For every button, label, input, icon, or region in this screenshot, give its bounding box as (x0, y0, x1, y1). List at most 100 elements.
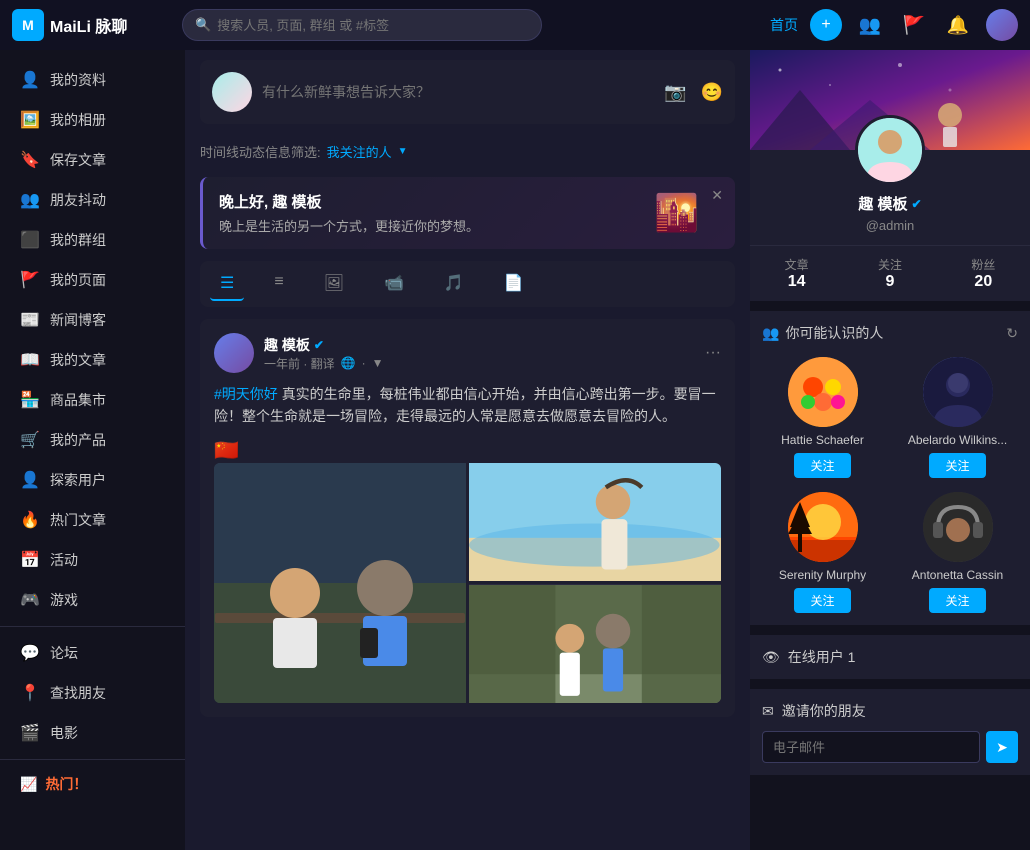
person-card-abelardo: Abelardo Wilkins... 关注 (897, 357, 1018, 478)
sidebar-item-saved[interactable]: 🔖 保存文章 (0, 140, 185, 180)
main-layout: 👤 我的资料 🖼️ 我的相册 🔖 保存文章 👥 朋友抖动 ⬛ 我的群组 🚩 我的… (0, 50, 1030, 850)
profile-avatar[interactable] (855, 115, 925, 185)
flag-icon[interactable]: 🚩 (898, 9, 930, 41)
sidebar-label-news: 新闻博客 (50, 310, 106, 330)
online-section: 👁 在线用户 1 (750, 635, 1030, 679)
bell-icon[interactable]: 🔔 (942, 9, 974, 41)
right-panel: 趣 模板 ✔ @admin 文章 14 关注 9 粉丝 20 (750, 50, 1030, 850)
envelope-icon: ✉ (762, 703, 774, 720)
nav-home-link[interactable]: 首页 (770, 15, 798, 35)
user-avatar[interactable] (986, 9, 1018, 41)
post-author-avatar[interactable] (214, 333, 254, 373)
post-image-bottom-right[interactable] (469, 584, 721, 703)
sidebar-item-products[interactable]: 🛒 我的产品 (0, 420, 185, 460)
chevron-down-icon[interactable]: ▼ (398, 146, 408, 157)
add-button[interactable]: + (810, 9, 842, 41)
sidebar-item-groups[interactable]: ⬛ 我的群组 (0, 220, 185, 260)
sidebar-item-events[interactable]: 📅 活动 (0, 540, 185, 580)
greeting-subtitle: 晚上是生活的另一个方式，更接近你的梦想。 (219, 216, 479, 235)
emoji-icon[interactable]: 😊 (701, 82, 723, 103)
close-icon[interactable]: ✕ (711, 187, 723, 204)
profile-stat-followers-label: 粉丝 (937, 256, 1030, 273)
sidebar-item-pages[interactable]: 🚩 我的页面 (0, 260, 185, 300)
sidebar-item-news[interactable]: 📰 新闻博客 (0, 300, 185, 340)
sidebar-item-friends-nudge[interactable]: 👥 朋友抖动 (0, 180, 185, 220)
profile-icon: 👤 (20, 70, 40, 90)
sidebar-label-hot: 热门！ (45, 774, 87, 794)
profile-handle: @admin (750, 218, 1030, 245)
profile-stat-followers-value: 20 (937, 273, 1030, 291)
sidebar-item-articles[interactable]: 📖 我的文章 (0, 340, 185, 380)
person-avatar-serenity[interactable] (788, 492, 858, 562)
follow-button-antonetta[interactable]: 关注 (929, 588, 985, 613)
sidebar-item-market[interactable]: 🏪 商品集市 (0, 380, 185, 420)
greeting-title: 晚上好, 趣 模板 (219, 191, 479, 212)
news-icon: 📰 (20, 310, 40, 330)
filter-value[interactable]: 我关注的人 (327, 142, 392, 161)
profile-avatar-wrap (750, 115, 1030, 185)
invite-send-button[interactable]: ➤ (986, 731, 1018, 763)
tab-file[interactable]: 📄 (494, 267, 534, 301)
composer-input[interactable] (262, 84, 654, 100)
post-image-main[interactable] (214, 463, 466, 703)
tab-text[interactable]: ≡ (264, 267, 293, 301)
sidebar-item-movies[interactable]: 🎬 电影 (0, 713, 185, 753)
bookmark-icon: 🔖 (20, 150, 40, 170)
follow-button-abelardo[interactable]: 关注 (929, 453, 985, 478)
camera-icon[interactable]: 📷 (664, 82, 686, 103)
sidebar-item-games[interactable]: 🎮 游戏 (0, 580, 185, 620)
follow-button-hattie[interactable]: 关注 (794, 453, 850, 478)
people-icon: 👥 (762, 325, 779, 342)
person-avatar-hattie[interactable] (788, 357, 858, 427)
sidebar-item-profile[interactable]: 👤 我的资料 (0, 60, 185, 100)
tab-music[interactable]: 🎵 (434, 267, 474, 301)
sidebar-divider (0, 626, 185, 627)
post-options-menu[interactable]: ··· (705, 344, 721, 362)
friends-nudge-icon: 👥 (20, 190, 40, 210)
post-author-name: 趣 模板 ✔ (264, 335, 695, 355)
post-hashtag[interactable]: #明天你好 (214, 386, 278, 402)
post-images (214, 463, 721, 703)
invite-email-input[interactable] (762, 731, 980, 763)
sidebar-item-find-friends[interactable]: 📍 查找朋友 (0, 673, 185, 713)
sidebar-item-forum[interactable]: 💬 论坛 (0, 633, 185, 673)
person-avatar-antonetta[interactable] (923, 492, 993, 562)
sidebar-label-profile: 我的资料 (50, 70, 106, 90)
sidebar-item-explore[interactable]: 👤 探索用户 (0, 460, 185, 500)
tab-video[interactable]: 📹 (374, 267, 414, 301)
post-meta: 一年前 · 翻译 🌐 · ▼ (264, 355, 695, 372)
profile-name-text[interactable]: 趣 模板 (858, 193, 907, 214)
person-name-abelardo: Abelardo Wilkins... (908, 433, 1007, 447)
post-lang-option[interactable]: ▼ (372, 356, 384, 370)
profile-stat-articles[interactable]: 文章 14 (750, 256, 843, 291)
games-icon: 🎮 (20, 590, 40, 610)
album-icon: 🖼️ (20, 110, 40, 130)
people-title-text: 你可能认识的人 (785, 323, 883, 343)
sidebar-item-trending[interactable]: 🔥 热门文章 (0, 500, 185, 540)
search-input[interactable] (217, 18, 529, 33)
invite-header: ✉ 邀请你的朋友 (762, 701, 1018, 721)
author-name-text[interactable]: 趣 模板 (264, 335, 310, 355)
tab-photo[interactable]: 🖼 (314, 267, 354, 301)
search-bar[interactable]: 🔍 (182, 9, 542, 41)
sidebar-item-hot[interactable]: 📈 热门！ (0, 766, 185, 802)
post-header: 趣 模板 ✔ 一年前 · 翻译 🌐 · ▼ ··· (214, 333, 721, 373)
refresh-icon[interactable]: ↻ (1006, 325, 1018, 342)
top-navigation: M MaiLi 脉聊 🔍 首页 + 👥 🚩 🔔 (0, 0, 1030, 50)
invite-section: ✉ 邀请你的朋友 ➤ (750, 689, 1030, 775)
person-avatar-abelardo[interactable] (923, 357, 993, 427)
profile-stat-following[interactable]: 关注 9 (843, 256, 936, 291)
person-card-hattie: Hattie Schaefer 关注 (762, 357, 883, 478)
follow-button-serenity[interactable]: 关注 (794, 588, 850, 613)
profile-stat-followers[interactable]: 粉丝 20 (937, 256, 1030, 291)
sidebar-label-games: 游戏 (50, 590, 78, 610)
sidebar-label-trending: 热门文章 (50, 510, 106, 530)
friends-icon[interactable]: 👥 (854, 9, 886, 41)
person-card-serenity: Serenity Murphy 关注 (762, 492, 883, 613)
sidebar-item-album[interactable]: 🖼️ 我的相册 (0, 100, 185, 140)
tab-all[interactable]: ☰ (210, 267, 244, 301)
profile-stat-articles-value: 14 (750, 273, 843, 291)
post-image-top-right[interactable] (469, 463, 721, 582)
sidebar-label-events: 活动 (50, 550, 78, 570)
online-header: 👁 在线用户 1 (762, 647, 1018, 667)
